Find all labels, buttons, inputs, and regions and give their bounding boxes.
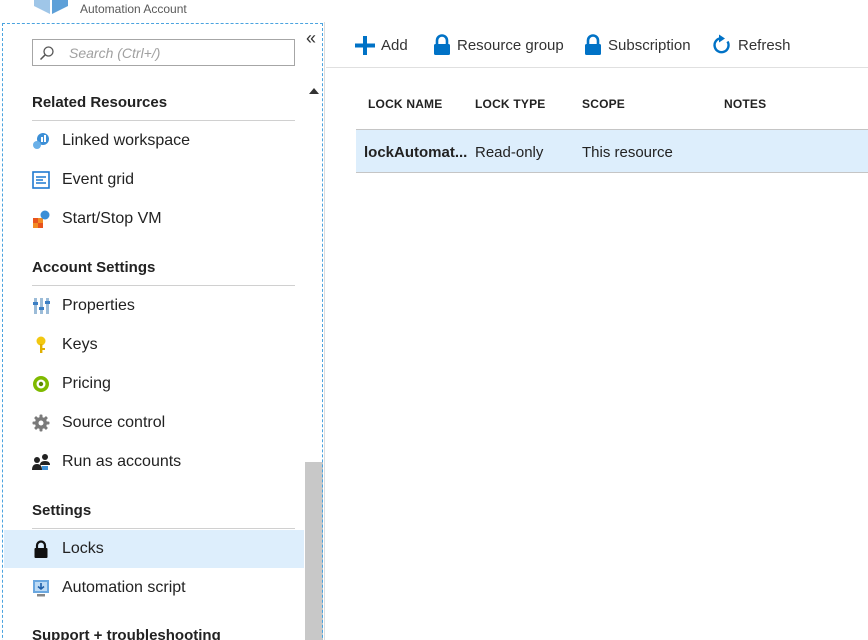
sidebar-item-pricing[interactable]: Pricing: [4, 365, 304, 403]
scope-cell: This resource: [582, 144, 673, 161]
sidebar-item-label: Automation script: [62, 579, 186, 596]
search-icon: [39, 46, 54, 61]
section-settings: Settings: [32, 502, 92, 519]
lock-name-cell[interactable]: lockAutomat...: [364, 144, 467, 161]
resource-group-button-label: Resource group: [457, 37, 564, 54]
search-input[interactable]: Search (Ctrl+/): [32, 39, 295, 66]
sidebar-item-locks[interactable]: Locks: [4, 530, 304, 568]
section-divider: [32, 528, 295, 529]
lock-icon: [585, 34, 601, 55]
refresh-button[interactable]: Refresh: [712, 34, 792, 58]
plus-icon: [355, 36, 375, 55]
blade-subtitle: Automation Account: [80, 2, 187, 16]
add-button-label: Add: [381, 37, 408, 54]
gear-icon: [32, 414, 50, 432]
sidebar-item-label: Event grid: [62, 171, 135, 188]
blade-header: Automation Account: [0, 0, 868, 22]
key-icon: [36, 336, 46, 353]
column-header-scope[interactable]: SCOPE: [582, 97, 625, 111]
pricing-icon: [33, 376, 49, 392]
section-related-resources: Related Resources: [32, 94, 168, 111]
sidebar-item-properties[interactable]: Properties: [4, 287, 304, 325]
subscription-button-label: Subscription: [608, 37, 691, 54]
event-grid-icon: [32, 171, 50, 189]
sidebar-item-linked-workspace[interactable]: Linked workspace: [4, 122, 304, 160]
sidebar-item-label: Locks: [62, 540, 104, 557]
command-bar: Add Resource group Subscription Refresh: [326, 22, 868, 68]
section-support-troubleshooting: Support + troubleshooting: [32, 627, 221, 640]
search-placeholder: Search (Ctrl+/): [69, 45, 161, 61]
sidebar-item-label: Pricing: [62, 375, 111, 392]
scrollbar-thumb[interactable]: [305, 462, 323, 640]
sidebar-item-label: Linked workspace: [62, 132, 191, 149]
start-stop-vm-icon: [33, 210, 50, 228]
properties-icon: [33, 298, 50, 314]
sidebar-item-label: Start/Stop VM: [62, 210, 162, 227]
run-as-accounts-icon: [32, 454, 50, 470]
scroll-up-arrow-icon[interactable]: [309, 88, 319, 94]
column-header-lock-name[interactable]: LOCK NAME: [368, 97, 442, 111]
locks-blade-content: Add Resource group Subscription Refresh …: [326, 22, 868, 640]
sidebar-item-label: Run as accounts: [62, 453, 182, 470]
sidebar-item-label: Source control: [62, 414, 166, 431]
automation-script-icon: [33, 580, 49, 597]
resource-menu: Search (Ctrl+/) « Related Resources Link…: [0, 22, 325, 640]
refresh-button-label: Refresh: [738, 37, 791, 54]
column-header-notes[interactable]: NOTES: [724, 97, 766, 111]
linked-workspace-icon: [33, 133, 49, 149]
section-account-settings: Account Settings: [32, 259, 156, 276]
lock-type-cell: Read-only: [475, 144, 544, 161]
add-button[interactable]: Add: [355, 34, 415, 58]
sidebar-item-label: Keys: [62, 336, 98, 353]
refresh-icon: [713, 34, 730, 54]
automation-account-icon: [34, 0, 68, 14]
lock-icon: [34, 540, 48, 558]
subscription-button[interactable]: Subscription: [583, 34, 693, 58]
lock-icon: [434, 34, 450, 55]
sidebar-item-keys[interactable]: Keys: [4, 326, 304, 364]
resource-group-button[interactable]: Resource group: [432, 34, 564, 58]
sidebar-item-automation-script[interactable]: Automation script: [4, 569, 304, 607]
sidebar-item-event-grid[interactable]: Event grid: [4, 161, 304, 199]
sidebar-item-label: Properties: [62, 297, 135, 314]
sidebar-item-start-stop-vm[interactable]: Start/Stop VM: [4, 200, 304, 238]
collapse-menu-button[interactable]: «: [303, 28, 319, 48]
section-divider: [32, 120, 295, 121]
section-divider: [32, 285, 295, 286]
sidebar-item-run-as-accounts[interactable]: Run as accounts: [4, 443, 304, 481]
sidebar-item-source-control[interactable]: Source control: [4, 404, 304, 442]
table-row[interactable]: lockAutomat... Read-only This resource: [356, 129, 868, 173]
column-header-lock-type[interactable]: LOCK TYPE: [475, 97, 545, 111]
